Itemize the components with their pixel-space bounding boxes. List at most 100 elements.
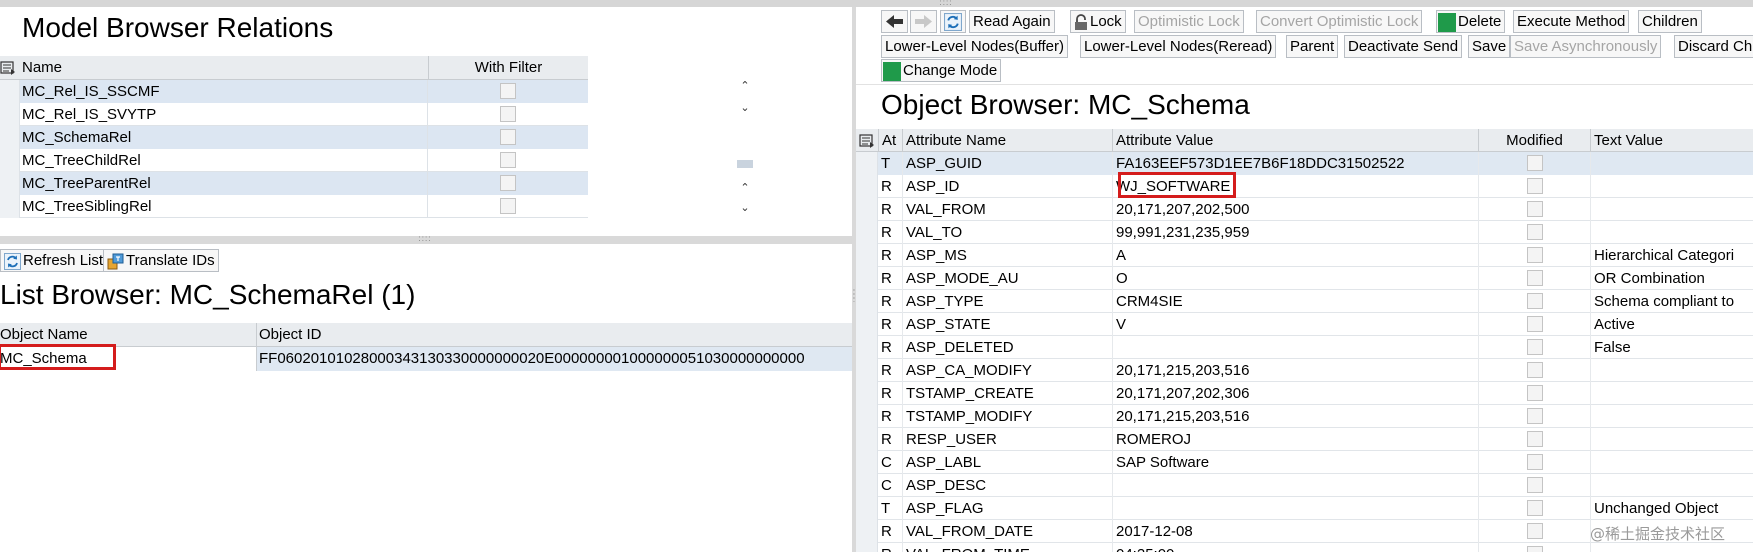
refresh-list-button[interactable]: Refresh List (0, 249, 108, 272)
relation-name-cell[interactable]: MC_TreeParentRel (20, 172, 428, 195)
modified-checkbox[interactable] (1527, 178, 1543, 194)
modified-checkbox[interactable] (1527, 500, 1543, 516)
attribute-value-cell[interactable]: V (1112, 313, 1478, 336)
relation-name-cell[interactable]: MC_Rel_IS_SVYTP (20, 103, 428, 126)
attribute-value-cell[interactable]: 20,171,207,202,306 (1112, 382, 1478, 405)
text-value-cell[interactable] (1590, 382, 1753, 405)
column-header-text-value[interactable]: Text Value (1590, 129, 1753, 152)
text-value-cell[interactable]: Unchanged Object (1590, 497, 1753, 520)
text-value-cell[interactable] (1590, 428, 1753, 451)
text-value-cell[interactable] (1590, 359, 1753, 382)
lock-button[interactable]: Lock (1070, 10, 1126, 33)
table-row[interactable]: R TSTAMP_MODIFY 20,171,215,203,516 (856, 405, 1753, 428)
with-filter-checkbox[interactable] (500, 198, 516, 214)
modified-checkbox[interactable] (1527, 477, 1543, 493)
row-selector[interactable] (856, 244, 878, 267)
row-selector[interactable] (856, 221, 878, 244)
column-header-modified[interactable]: Modified (1478, 129, 1590, 152)
table-row[interactable]: R ASP_TYPE CRM4SIE Schema compliant to (856, 290, 1753, 313)
with-filter-checkbox[interactable] (500, 152, 516, 168)
attribute-value-cell[interactable]: SAP Software (1112, 451, 1478, 474)
table-row[interactable]: R ASP_STATE V Active (856, 313, 1753, 336)
page-down-icon[interactable]: ⌄ (734, 200, 756, 216)
forward-button[interactable] (910, 10, 937, 33)
attribute-value-cell[interactable]: A (1112, 244, 1478, 267)
attribute-value-cell[interactable]: 2017-12-08 (1112, 520, 1478, 543)
table-row[interactable]: C ASP_LABL SAP Software (856, 451, 1753, 474)
attribute-name-cell[interactable]: ASP_STATE (902, 313, 1112, 336)
save-asynchronously-button[interactable]: Save Asynchronously (1510, 35, 1662, 58)
attribute-name-cell[interactable]: TSTAMP_MODIFY (902, 405, 1112, 428)
row-selector[interactable] (0, 172, 20, 195)
table-row[interactable]: R TSTAMP_CREATE 20,171,207,202,306 (856, 382, 1753, 405)
row-selector[interactable] (856, 198, 878, 221)
translate-ids-button[interactable]: Translate IDs (103, 249, 219, 272)
attribute-value-cell[interactable]: 04:25:00 (1112, 543, 1478, 552)
discard-changes-button[interactable]: Discard Ch (1674, 35, 1753, 58)
modified-checkbox[interactable] (1527, 408, 1543, 424)
modified-checkbox[interactable] (1527, 362, 1543, 378)
modified-checkbox[interactable] (1527, 201, 1543, 217)
delete-button[interactable]: Delete (1436, 10, 1506, 33)
back-button[interactable] (881, 10, 908, 33)
column-header-attribute-name[interactable]: Attribute Name (902, 129, 1112, 152)
table-row[interactable]: R ASP_MS A Hierarchical Categori (856, 244, 1753, 267)
row-selector[interactable] (0, 126, 20, 149)
with-filter-checkbox[interactable] (500, 129, 516, 145)
read-again-button[interactable]: Read Again (969, 10, 1055, 33)
table-row[interactable]: MC_TreeSiblingRel (0, 195, 588, 218)
modified-checkbox[interactable] (1527, 293, 1543, 309)
row-selector[interactable] (856, 405, 878, 428)
table-row[interactable]: R ASP_DELETED False (856, 336, 1753, 359)
text-value-cell[interactable] (1590, 152, 1753, 175)
parent-button[interactable]: Parent (1286, 35, 1339, 58)
attribute-name-cell[interactable]: ASP_ID (902, 175, 1112, 198)
table-row[interactable]: MC_Schema FF0602010102800034313033000000… (0, 347, 852, 371)
table-row[interactable]: R VAL_FROM 20,171,207,202,500 (856, 198, 1753, 221)
row-selector[interactable] (856, 520, 878, 543)
attribute-name-cell[interactable]: ASP_LABL (902, 451, 1112, 474)
children-button[interactable]: Children (1638, 10, 1702, 33)
attribute-value-cell[interactable]: 20,171,207,202,500 (1112, 198, 1478, 221)
table-row[interactable]: MC_Rel_IS_SVYTP (0, 103, 588, 126)
attribute-value-cell[interactable]: ROMEROJ (1112, 428, 1478, 451)
attribute-name-cell[interactable]: ASP_MODE_AU (902, 267, 1112, 290)
relation-name-cell[interactable]: MC_TreeSiblingRel (20, 195, 428, 218)
attribute-name-cell[interactable]: ASP_TYPE (902, 290, 1112, 313)
modified-checkbox[interactable] (1527, 270, 1543, 286)
modified-checkbox[interactable] (1527, 385, 1543, 401)
text-value-cell[interactable] (1590, 543, 1753, 552)
top-splitter-grip[interactable]: :::: (935, 0, 957, 7)
attribute-name-cell[interactable]: TSTAMP_CREATE (902, 382, 1112, 405)
scroll-up-icon[interactable]: ⌃ (734, 78, 756, 94)
refresh-button[interactable] (940, 10, 966, 33)
text-value-cell[interactable] (1590, 221, 1753, 244)
modified-checkbox[interactable] (1527, 523, 1543, 539)
row-selector[interactable] (0, 80, 20, 103)
modified-checkbox[interactable] (1527, 431, 1543, 447)
row-selector[interactable] (856, 382, 878, 405)
modified-checkbox[interactable] (1527, 454, 1543, 470)
row-selector[interactable] (856, 474, 878, 497)
text-value-cell[interactable]: False (1590, 336, 1753, 359)
text-value-cell[interactable] (1590, 474, 1753, 497)
table-row[interactable]: T ASP_FLAG Unchanged Object (856, 497, 1753, 520)
optimistic-lock-button[interactable]: Optimistic Lock (1134, 10, 1244, 33)
attribute-name-cell[interactable]: ASP_MS (902, 244, 1112, 267)
table-row[interactable]: MC_TreeParentRel (0, 172, 588, 195)
table-row[interactable]: R RESP_USER ROMEROJ (856, 428, 1753, 451)
table-row[interactable]: MC_TreeChildRel (0, 149, 588, 172)
attribute-name-cell[interactable]: ASP_FLAG (902, 497, 1112, 520)
table-row[interactable]: R VAL_TO 99,991,231,235,959 (856, 221, 1753, 244)
column-header-object-name[interactable]: Object Name (0, 326, 88, 343)
text-value-cell[interactable]: OR Combination (1590, 267, 1753, 290)
column-header-attribute-value[interactable]: Attribute Value (1112, 129, 1478, 152)
attribute-value-cell[interactable] (1112, 474, 1478, 497)
table-settings-icon[interactable] (0, 60, 16, 76)
table-row[interactable]: R ASP_MODE_AU O OR Combination (856, 267, 1753, 290)
row-selector[interactable] (0, 195, 20, 218)
table-row[interactable]: MC_SchemaRel (0, 126, 588, 149)
row-selector[interactable] (856, 497, 878, 520)
row-selector[interactable] (856, 336, 878, 359)
lower-level-nodes-buffer-button[interactable]: Lower-Level Nodes(Buffer) (881, 35, 1068, 58)
